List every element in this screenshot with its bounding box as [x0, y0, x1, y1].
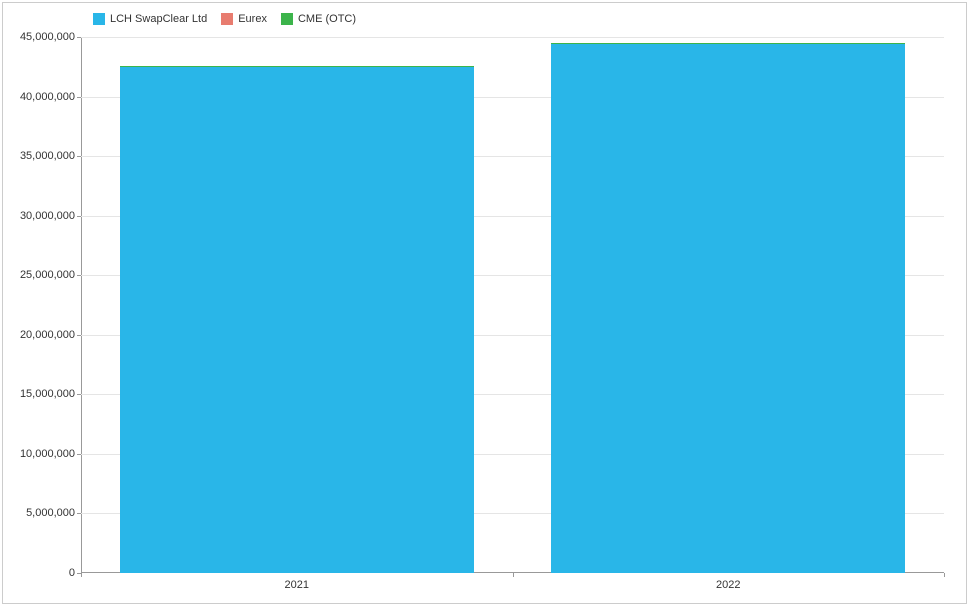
- y-tick-label: 10,000,000: [20, 448, 81, 460]
- bar-group: [551, 43, 905, 573]
- x-tick-mark: [944, 573, 945, 577]
- bar-segment-lch-swapclear-ltd[interactable]: [120, 67, 474, 573]
- y-tick-label: 5,000,000: [26, 507, 81, 519]
- y-tick-label: 35,000,000: [20, 150, 81, 162]
- bar-group: [120, 66, 474, 573]
- x-tick-mark: [81, 573, 82, 577]
- y-tick-label: 0: [69, 567, 81, 579]
- y-tick-label: 20,000,000: [20, 329, 81, 341]
- y-tick-label: 45,000,000: [20, 31, 81, 43]
- chart-container: LCH SwapClear Ltd Eurex CME (OTC) 05,000…: [2, 2, 967, 604]
- legend-item-cme[interactable]: CME (OTC): [281, 13, 356, 25]
- x-tick-label: 2021: [285, 573, 309, 591]
- bar-segment-lch-swapclear-ltd[interactable]: [551, 44, 905, 573]
- legend-label: CME (OTC): [298, 13, 356, 25]
- legend-item-eurex[interactable]: Eurex: [221, 13, 267, 25]
- legend-label: Eurex: [238, 13, 267, 25]
- plot-area: 05,000,00010,000,00015,000,00020,000,000…: [81, 37, 944, 573]
- bar-segment-eurex[interactable]: [551, 43, 905, 44]
- legend: LCH SwapClear Ltd Eurex CME (OTC): [93, 13, 356, 25]
- legend-swatch: [93, 13, 105, 25]
- y-tick-label: 15,000,000: [20, 388, 81, 400]
- legend-item-lch[interactable]: LCH SwapClear Ltd: [93, 13, 207, 25]
- y-tick-label: 25,000,000: [20, 269, 81, 281]
- bar-segment-eurex[interactable]: [120, 66, 474, 67]
- x-tick-mark: [513, 573, 514, 577]
- y-tick-label: 40,000,000: [20, 91, 81, 103]
- x-tick-label: 2022: [716, 573, 740, 591]
- grid-line: [81, 37, 944, 38]
- y-tick-label: 30,000,000: [20, 210, 81, 222]
- legend-label: LCH SwapClear Ltd: [110, 13, 207, 25]
- y-axis-line: [81, 37, 82, 573]
- legend-swatch: [281, 13, 293, 25]
- legend-swatch: [221, 13, 233, 25]
